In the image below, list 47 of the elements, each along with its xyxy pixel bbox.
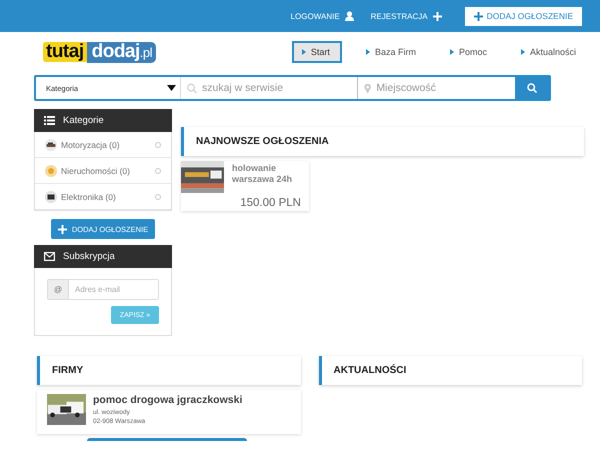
envelope-icon: [44, 252, 55, 261]
category-item[interactable]: Motoryzacja (0): [35, 132, 171, 158]
house-icon: [45, 164, 57, 176]
top-link[interactable]: LOGOWANIE: [290, 11, 354, 21]
tv-icon: [45, 190, 57, 202]
search-icon: [187, 82, 197, 94]
section-header: FIRMY: [37, 356, 300, 385]
nav-tab[interactable]: Baza Firm: [356, 41, 426, 63]
caret-icon: [366, 49, 370, 55]
dropdown-caret-icon: [167, 85, 176, 91]
plus-icon: [432, 12, 442, 20]
pin-icon: [364, 82, 372, 94]
listing-price: 150.00 PLN: [240, 197, 301, 209]
add-listing-button[interactable]: DODAJ OGŁOSZENIE: [464, 6, 582, 26]
caret-icon: [450, 49, 454, 55]
plus-icon: [58, 224, 67, 234]
panel-header: Kategorie: [34, 109, 172, 132]
nav-tab[interactable]: Pomoc: [440, 41, 497, 63]
logo-text[interactable]: tutaj: [43, 42, 87, 62]
logo-text[interactable]: dodaj.pl: [86, 42, 156, 62]
car-icon: [45, 138, 57, 150]
section-header: NAJNOWSZE OGŁOSZENIA: [181, 127, 584, 156]
dot-icon: [155, 194, 161, 200]
nav-tab[interactable]: Aktualności: [510, 41, 586, 63]
dot-icon: [155, 142, 161, 148]
plus-icon: [474, 12, 483, 20]
nav-tab[interactable]: Start: [292, 41, 342, 63]
top-link[interactable]: REJESTRACJA: [370, 12, 442, 20]
dot-icon: [155, 168, 161, 174]
search-input[interactable]: szukaj w serwisie: [202, 82, 351, 94]
panel-header: Subskrypcja: [34, 245, 172, 268]
caret-icon: [520, 49, 525, 55]
company-name[interactable]: pomoc drogowa jgraczkowski: [93, 394, 242, 406]
location-field[interactable]: Miejscowość: [357, 77, 515, 99]
category-item[interactable]: Nieruchomości (0): [35, 158, 171, 184]
search-field[interactable]: szukaj w serwisie: [181, 77, 357, 99]
list-icon: [44, 116, 55, 125]
user-icon: [344, 11, 354, 21]
category-item[interactable]: Elektronika (0): [35, 184, 171, 210]
listing-card[interactable]: holowanie warszawa 24h 150.00 PLN: [181, 161, 309, 211]
section-header: AKTUALNOŚCI: [318, 356, 582, 385]
location-input[interactable]: Miejscowość: [376, 82, 509, 94]
listing-title[interactable]: holowanie warszawa 24h: [232, 161, 302, 193]
email-prefix: @: [48, 280, 69, 299]
email-field[interactable]: @ Adres e-mail: [47, 279, 159, 300]
search-icon: [527, 83, 537, 93]
caret-icon: [302, 49, 306, 55]
